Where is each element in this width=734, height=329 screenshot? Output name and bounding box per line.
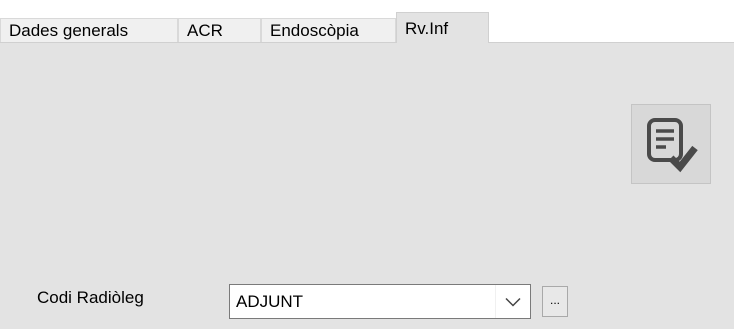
- radiologist-code-label: Codi Radiòleg: [37, 288, 144, 307]
- tab-endoscopia[interactable]: Endoscòpia: [261, 18, 396, 42]
- tab-label: ACR: [187, 20, 223, 40]
- tab-label: Endoscòpia: [270, 20, 359, 40]
- chevron-down-icon[interactable]: [495, 285, 530, 318]
- radiologist-code-value: ADJUNT: [236, 291, 304, 311]
- tab-label: Rv.Inf: [405, 19, 449, 38]
- browse-radiologist-button[interactable]: ...: [542, 286, 568, 317]
- report-review-button[interactable]: [631, 104, 711, 184]
- tab-acr[interactable]: ACR: [178, 18, 261, 42]
- tab-strip: Dades generals ACR Endoscòpia Rv.Inf: [0, 0, 734, 43]
- tab-rv-inf[interactable]: Rv.Inf: [396, 12, 489, 43]
- radiologist-code-select[interactable]: ADJUNT: [229, 284, 531, 319]
- tab-label: Dades generals: [9, 20, 129, 40]
- report-check-icon: [647, 118, 698, 173]
- tab-dades-generals[interactable]: Dades generals: [0, 18, 178, 42]
